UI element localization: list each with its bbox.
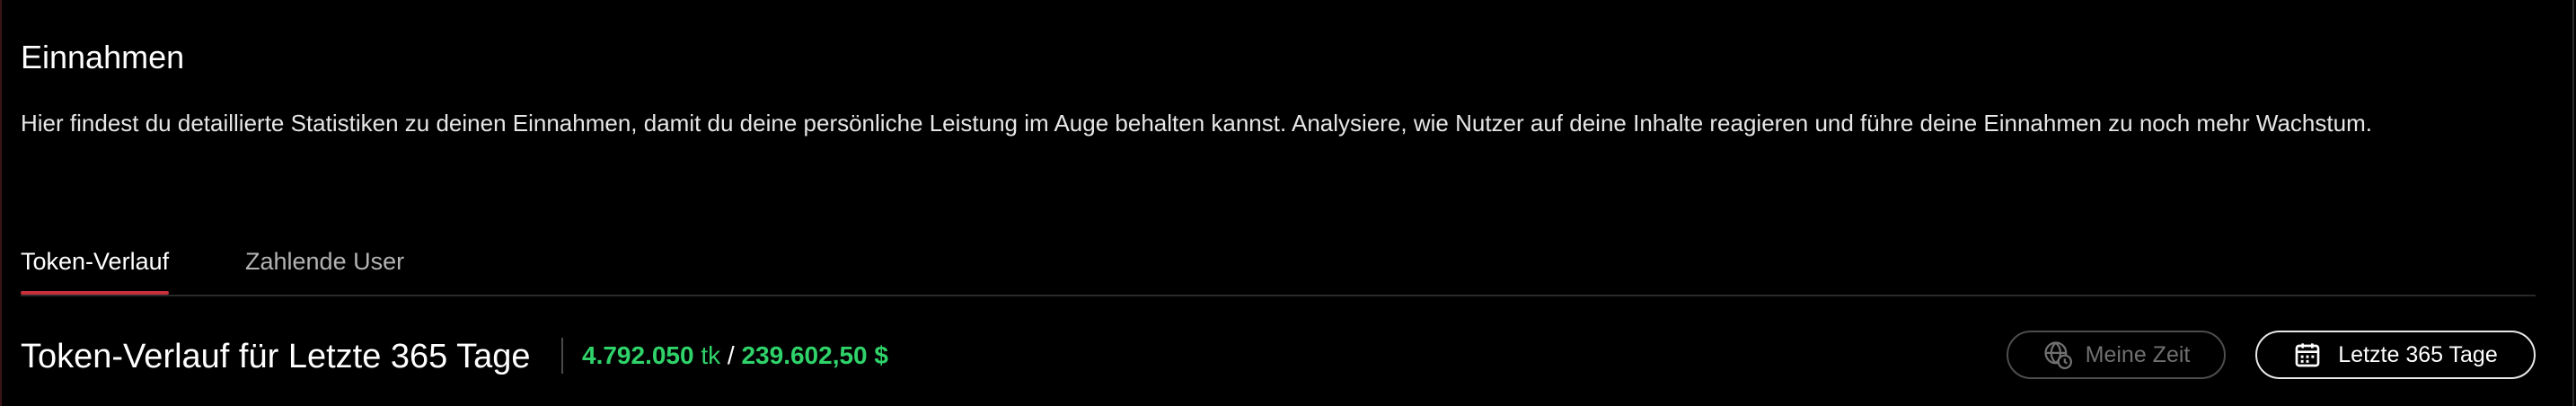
page-title: Einnahmen xyxy=(21,39,185,75)
page-description: Hier findest du detaillierte Statistiken… xyxy=(21,110,2372,137)
globe-clock-icon xyxy=(2042,340,2073,370)
title-divider xyxy=(561,338,563,374)
calendar-icon xyxy=(2293,340,2322,369)
app-frame: Einnahmen Hier findest du detaillierte S… xyxy=(0,0,2574,406)
section-title: Token-Verlauf für Letzte 365 Tage xyxy=(21,338,531,375)
tokens-unit: tk xyxy=(701,341,721,369)
tokens-total: 4.792.050 xyxy=(582,341,694,369)
my-time-label: Meine Zeit xyxy=(2085,341,2191,367)
date-range-label: Letzte 365 Tage xyxy=(2338,341,2498,367)
date-range-button[interactable]: Letzte 365 Tage xyxy=(2255,331,2536,379)
earnings-totals: 4.792.050 tk / 239.602,50 $ xyxy=(582,338,888,374)
tab-bar: Token-Verlauf Zahlende User xyxy=(21,239,2536,296)
money-total: 239.602,50 $ xyxy=(741,341,888,369)
section-header: Token-Verlauf für Letzte 365 Tage 4.792.… xyxy=(21,323,2536,390)
totals-separator: / xyxy=(727,341,735,369)
my-time-button[interactable]: Meine Zeit xyxy=(2007,331,2226,379)
tab-paying-users[interactable]: Zahlende User xyxy=(245,239,404,293)
tab-token-history[interactable]: Token-Verlauf xyxy=(21,239,170,295)
